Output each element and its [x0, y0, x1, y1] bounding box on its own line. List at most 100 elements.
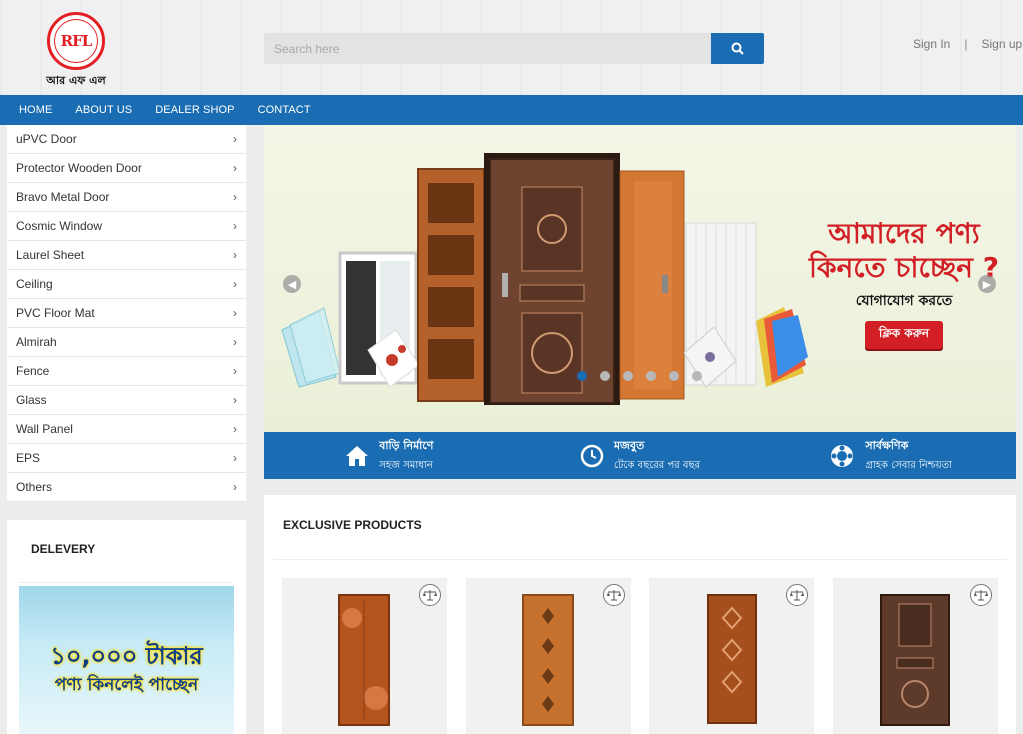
category-label: Bravo Metal Door: [16, 190, 110, 204]
banner-subline: যোগাযোগ করতে: [855, 293, 953, 309]
logo-text: RFL: [60, 32, 93, 50]
glass-panes-image: [281, 307, 341, 388]
chevron-right-icon: ›: [233, 306, 237, 320]
auth-links: Sign In | Sign up: [913, 37, 1022, 51]
chevron-right-icon: ›: [233, 161, 237, 175]
search-bar: [264, 33, 764, 64]
nav-contact[interactable]: CONTACT: [258, 104, 311, 116]
delivery-promo-image[interactable]: ১০,০০০ টাকার পণ্য কিনলেই পাচ্ছেন: [19, 586, 234, 734]
chevron-right-icon: ›: [233, 248, 237, 262]
category-wall-panel[interactable]: Wall Panel ›: [7, 415, 246, 444]
section-title: EXCLUSIVE PRODUCTS: [283, 518, 422, 532]
category-cosmic-window[interactable]: Cosmic Window ›: [7, 212, 246, 241]
category-bravo-metal-door[interactable]: Bravo Metal Door ›: [7, 183, 246, 212]
nav-home[interactable]: HOME: [19, 104, 52, 116]
slider-dot[interactable]: [577, 371, 587, 381]
category-label: Almirah: [16, 335, 57, 349]
brand-logo[interactable]: RFL আর এফ এল: [42, 12, 110, 87]
ornate-door-image: [417, 168, 485, 402]
category-label: Laurel Sheet: [16, 248, 85, 262]
feature-subtitle: টেকে বছরের পর বছর: [613, 459, 701, 471]
chevron-right-icon: ›: [233, 190, 237, 204]
category-fence[interactable]: Fence ›: [7, 357, 246, 386]
hero-slider: আমাদের পণ্য কিনতে চাচ্ছেন ? যোগাযোগ করতে…: [264, 125, 1016, 432]
plain-door-image: [619, 170, 685, 400]
chevron-right-icon: ›: [233, 132, 237, 146]
sign-in-link[interactable]: Sign In: [913, 37, 950, 51]
support-icon: [831, 444, 854, 467]
chevron-right-icon: ›: [233, 393, 237, 407]
feature-title: বাড়ি নির্মাণে: [379, 438, 434, 452]
category-label: PVC Floor Mat: [16, 306, 95, 320]
slider-dot[interactable]: [600, 371, 610, 381]
delivery-panel: DELEVERY ১০,০০০ টাকার পণ্য কিনলেই পাচ্ছে…: [7, 520, 246, 734]
banner-headline-1: আমাদের পণ্য: [828, 217, 980, 250]
feature-item: বাড়ি নির্মাণে সহজ সমাধান: [264, 432, 515, 479]
banner-headline-2: কিনতে চাচ্ছেন ?: [808, 251, 999, 284]
product-door-image: [338, 594, 390, 726]
category-glass[interactable]: Glass ›: [7, 386, 246, 415]
nav-dealer-shop[interactable]: DEALER SHOP: [155, 104, 234, 116]
category-almirah[interactable]: Almirah ›: [7, 328, 246, 357]
feature-title: সার্বক্ষণিক: [865, 438, 909, 452]
metal-door-image: [484, 153, 620, 405]
search-icon: [731, 42, 744, 55]
site-header: RFL আর এফ এল Sign In | Sign up: [0, 0, 1023, 95]
product-door-image: [707, 594, 757, 724]
category-label: Fence: [16, 364, 50, 378]
chevron-right-icon: ›: [233, 277, 237, 291]
slide-product-image: [281, 153, 808, 405]
category-pvc-floor-mat[interactable]: PVC Floor Mat ›: [7, 299, 246, 328]
main-nav: HOME ABOUT US DEALER SHOP CONTACT: [0, 95, 1023, 125]
chevron-right-icon: ›: [233, 480, 237, 494]
category-label: uPVC Door: [16, 132, 77, 146]
category-label: Protector Wooden Door: [16, 161, 142, 175]
features-bar: বাড়ি নির্মাণে সহজ সমাধান মজবুত টেকে বছরের…: [264, 432, 1016, 479]
search-input[interactable]: [264, 33, 711, 64]
slider-dot[interactable]: [623, 371, 633, 381]
delivery-title: DELEVERY: [31, 542, 96, 556]
home-icon: [346, 445, 369, 466]
category-ceiling[interactable]: Ceiling ›: [7, 270, 246, 299]
chevron-left-icon: ◀: [287, 278, 297, 291]
exclusive-products-section: EXCLUSIVE PRODUCTS: [264, 495, 1016, 734]
product-card[interactable]: [649, 578, 814, 734]
product-card[interactable]: [833, 578, 998, 734]
promo-line-2: পণ্য কিনলেই পাচ্ছেন: [54, 675, 199, 695]
feature-title: মজবুত: [613, 438, 645, 452]
slider-dot[interactable]: [646, 371, 656, 381]
auth-separator: |: [964, 37, 968, 51]
category-label: Others: [16, 480, 53, 494]
category-protector-wooden-door[interactable]: Protector Wooden Door ›: [7, 154, 246, 183]
product-door-image: [880, 594, 950, 726]
category-others[interactable]: Others ›: [7, 473, 246, 502]
slider-dot[interactable]: [669, 371, 679, 381]
clock-icon: [580, 444, 604, 467]
slider-next-button[interactable]: ▶: [978, 275, 996, 293]
chevron-right-icon: ▶: [982, 278, 992, 291]
product-card[interactable]: [466, 578, 631, 734]
product-card[interactable]: [282, 578, 447, 734]
category-sidebar: uPVC Door › Protector Wooden Door › Bravo …: [7, 125, 246, 502]
banner-text: আমাদের পণ্য কিনতে চাচ্ছেন ? যোগাযোগ করতে…: [804, 217, 1004, 349]
sign-up-link[interactable]: Sign up: [981, 37, 1022, 51]
nav-about-us[interactable]: ABOUT US: [75, 104, 132, 116]
feature-subtitle: গ্রাহক সেবার নিশ্চয়তা: [865, 459, 953, 471]
slider-dot[interactable]: [692, 371, 702, 381]
logo-subtitle: আর এফ এল: [46, 74, 106, 87]
category-eps[interactable]: EPS ›: [7, 444, 246, 473]
category-label: Glass: [16, 393, 47, 407]
category-laurel-sheet[interactable]: Laurel Sheet ›: [7, 241, 246, 270]
chevron-right-icon: ›: [233, 335, 237, 349]
feature-item: মজবুত টেকে বছরের পর বছর: [515, 432, 766, 479]
banner-cta-button[interactable]: ক্লিক করুন: [864, 321, 944, 349]
chevron-right-icon: ›: [233, 364, 237, 378]
category-label: Ceiling: [16, 277, 53, 291]
category-upvc-door[interactable]: uPVC Door ›: [7, 125, 246, 154]
slider-dots: [577, 371, 702, 381]
chevron-right-icon: ›: [233, 422, 237, 436]
slider-prev-button[interactable]: ◀: [283, 275, 301, 293]
chevron-right-icon: ›: [233, 219, 237, 233]
search-button[interactable]: [711, 33, 764, 64]
category-label: Wall Panel: [16, 422, 73, 436]
